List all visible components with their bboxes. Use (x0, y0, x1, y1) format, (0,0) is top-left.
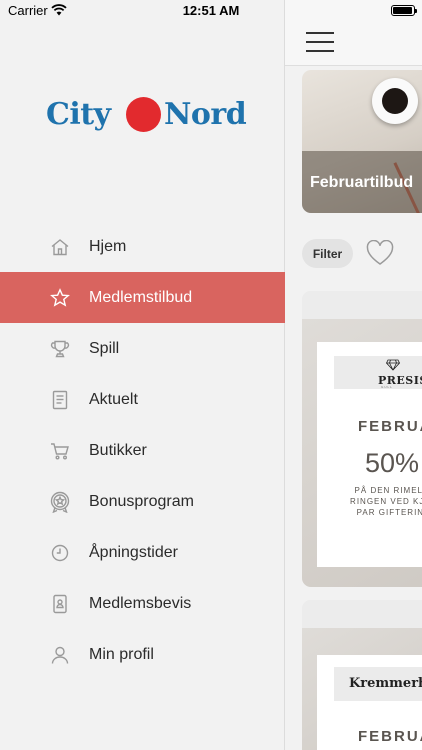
offer-title: FEBRUA (358, 418, 422, 435)
main-content: Februartilbud Filter PRESIS GULL FEBRUA … (285, 0, 422, 750)
menu-label: Hjem (89, 237, 127, 255)
badge-icon (49, 491, 71, 513)
offer-card[interactable]: Kremmerhu FEBRUA (302, 600, 422, 750)
battery-icon (391, 5, 417, 16)
brand-subtitle: GULL (381, 385, 393, 389)
heart-icon[interactable] (366, 239, 394, 271)
offer-poster: Kremmerhu FEBRUA (317, 655, 422, 750)
filter-button[interactable]: Filter (302, 239, 353, 268)
menu-label: Medlemsbevis (89, 594, 192, 612)
status-bar: Carrier 12:51 AM (0, 0, 422, 22)
offer-description: PÅ DEN RIMELIG RINGEN VED KJØP PAR GIFTE… (334, 485, 422, 518)
trophy-icon (49, 338, 71, 360)
menu-item-medlemstilbud[interactable]: Medlemstilbud (0, 272, 285, 323)
document-icon (49, 389, 71, 411)
menu-item-spill[interactable]: Spill (0, 323, 285, 374)
citynord-logo: City Nord (46, 95, 256, 135)
menu-label: Spill (89, 339, 120, 357)
menu-item-butikker[interactable]: Butikker (0, 425, 285, 476)
brand-logo: PRESIS GULL (334, 356, 422, 389)
menu-item-min-profil[interactable]: Min profil (0, 629, 285, 680)
offer-card[interactable]: PRESIS GULL FEBRUA 50% PÅ DEN RIMELIG RI… (302, 291, 422, 587)
card-header (302, 600, 422, 628)
offer-description-line: PÅ DEN RIMELIG (354, 486, 422, 495)
logo-text-nord: Nord (164, 97, 247, 132)
menu-item-apningstider[interactable]: Åpningstider (0, 527, 285, 578)
menu-item-aktuelt[interactable]: Aktuelt (0, 374, 285, 425)
brand-logo: Kremmerhu (334, 667, 422, 701)
menu-label: Aktuelt (89, 390, 138, 408)
menu-item-hjem[interactable]: Hjem (0, 221, 285, 272)
side-drawer: City Nord Hjem Medlemstilbud Spill Aktue… (0, 0, 285, 750)
coffee-cup-image (372, 78, 418, 124)
hamburger-menu-icon[interactable] (306, 32, 334, 52)
offer-description-line: PAR GIFTERING (356, 508, 422, 517)
offer-title: FEBRUA (358, 728, 422, 745)
card-header (302, 291, 422, 319)
logo-dot (126, 97, 161, 132)
offer-percent: 50% (365, 448, 420, 478)
logo-text-city: City (46, 97, 111, 132)
menu-label: Åpningstider (89, 543, 178, 561)
drawer-menu: Hjem Medlemstilbud Spill Aktuelt Butikke… (0, 221, 285, 680)
hero-banner[interactable]: Februartilbud (302, 70, 422, 213)
cart-icon (49, 440, 71, 462)
brand-name: Kremmerhu (349, 676, 422, 691)
home-icon (49, 236, 71, 258)
hero-title: Februartilbud (310, 174, 414, 191)
status-time: 12:51 AM (182, 3, 240, 18)
offer-description-line: RINGEN VED KJØP (350, 497, 422, 506)
clock-icon (49, 542, 71, 564)
menu-label: Min profil (89, 645, 154, 663)
member-card-icon (49, 593, 71, 615)
offer-poster: PRESIS GULL FEBRUA 50% PÅ DEN RIMELIG RI… (317, 342, 422, 567)
menu-label: Bonusprogram (89, 492, 194, 510)
star-icon (49, 287, 71, 309)
menu-label: Butikker (89, 441, 147, 459)
menu-item-bonusprogram[interactable]: Bonusprogram (0, 476, 285, 527)
user-icon (49, 644, 71, 666)
menu-item-medlemsbevis[interactable]: Medlemsbevis (0, 578, 285, 629)
menu-label: Medlemstilbud (89, 288, 193, 306)
